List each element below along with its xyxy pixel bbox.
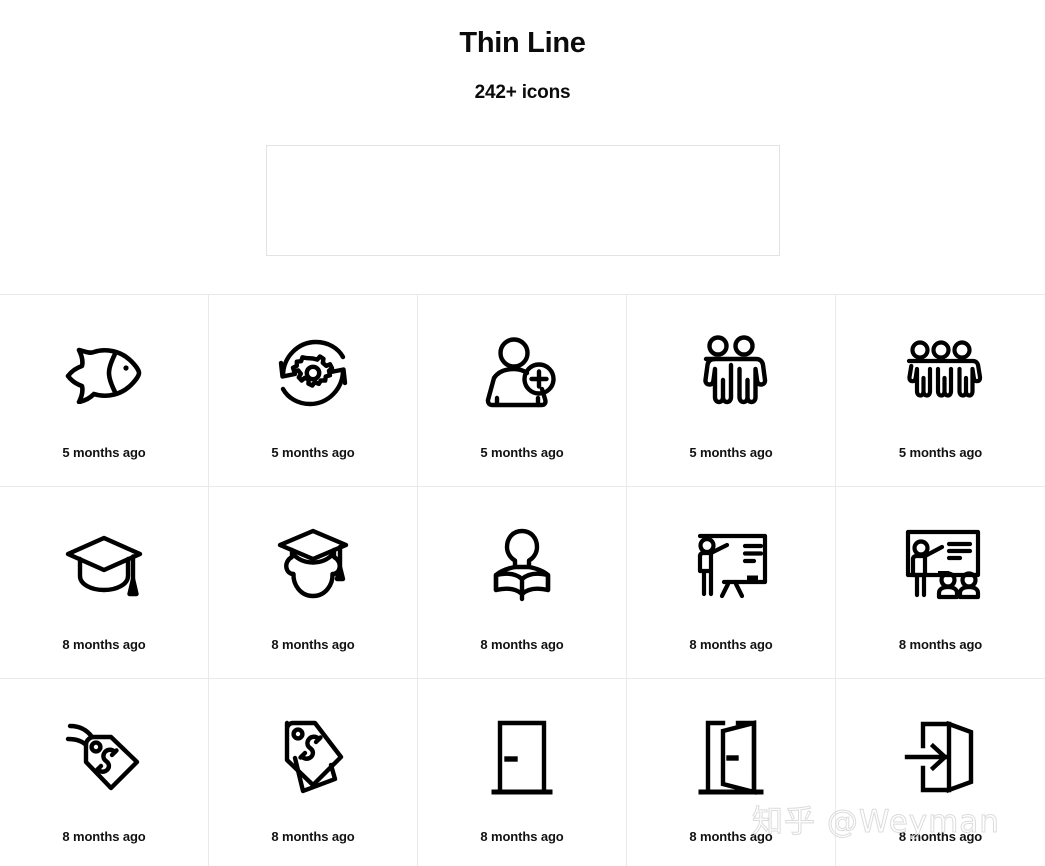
icon-cell-settings-sync[interactable]: 5 months ago [209,295,418,487]
icon-cell-fish[interactable]: 5 months ago [0,295,209,487]
cell-label: 8 months ago [271,829,355,844]
cell-label: 8 months ago [62,637,146,652]
add-user-icon [474,329,570,417]
icon-cell-double-price-tag[interactable]: 8 months ago [209,679,418,866]
closed-door-icon [474,713,570,801]
grid-row: 5 months ago 5 months ago 5 months ago 5… [0,295,1045,487]
settings-sync-icon [265,329,361,417]
icon-cell-graduate-person[interactable]: 8 months ago [209,487,418,679]
icon-cell-add-user[interactable]: 5 months ago [418,295,627,487]
icon-cell-open-door[interactable]: 8 months ago [627,679,836,866]
icon-cell-two-people[interactable]: 5 months ago [627,295,836,487]
cell-label: 8 months ago [898,829,983,844]
fish-icon [56,329,152,417]
three-people-group-icon [893,329,989,417]
cell-label: 5 months ago [62,445,146,460]
cell-label: 8 months ago [689,829,773,844]
grid-row: 8 months ago 8 months ago 8 months ago 8… [0,487,1045,679]
icon-grid: 5 months ago 5 months ago 5 months ago 5… [0,294,1045,866]
icon-cell-graduation-cap[interactable]: 8 months ago [0,487,209,679]
cell-label: 5 months ago [689,445,773,460]
icon-cell-teacher-classroom[interactable]: 8 months ago [836,487,1045,679]
promo-placeholder-panel[interactable] [266,145,780,256]
cell-label: 5 months ago [271,445,355,460]
door-enter-icon [893,713,989,801]
cell-label: 8 months ago [898,637,983,652]
icon-cell-person-reading-book[interactable]: 8 months ago [418,487,627,679]
cell-label: 8 months ago [62,829,146,844]
cell-label: 8 months ago [271,637,355,652]
open-door-icon [683,713,779,801]
graduate-person-icon [265,521,361,609]
person-reading-book-icon [474,521,570,609]
graduation-cap-icon [56,521,152,609]
icon-cell-presenter-easel[interactable]: 8 months ago [627,487,836,679]
double-price-tag-icon [265,713,361,801]
price-tag-string-icon [56,713,152,801]
cell-label: 5 months ago [898,445,983,460]
icon-cell-price-tag-string[interactable]: 8 months ago [0,679,209,866]
icon-cell-closed-door[interactable]: 8 months ago [418,679,627,866]
cell-label: 8 months ago [480,829,564,844]
cell-label: 8 months ago [480,637,564,652]
page-header: Thin Line 242+ icons [0,0,1045,104]
page-title: Thin Line [459,27,586,59]
teacher-classroom-icon [893,521,989,609]
presenter-easel-icon [683,521,779,609]
grid-row: 8 months ago 8 months ago 8 months ago 8… [0,679,1045,866]
two-people-icon [683,329,779,417]
page-subtitle: 242+ icons [474,81,571,103]
cell-label: 5 months ago [480,445,564,460]
icon-gallery-page: Thin Line 242+ icons 5 months ago 5 mont… [0,0,1045,866]
icon-cell-door-enter[interactable]: 8 months ago [836,679,1045,866]
cell-label: 8 months ago [689,637,773,652]
icon-cell-three-people-group[interactable]: 5 months ago [836,295,1045,487]
